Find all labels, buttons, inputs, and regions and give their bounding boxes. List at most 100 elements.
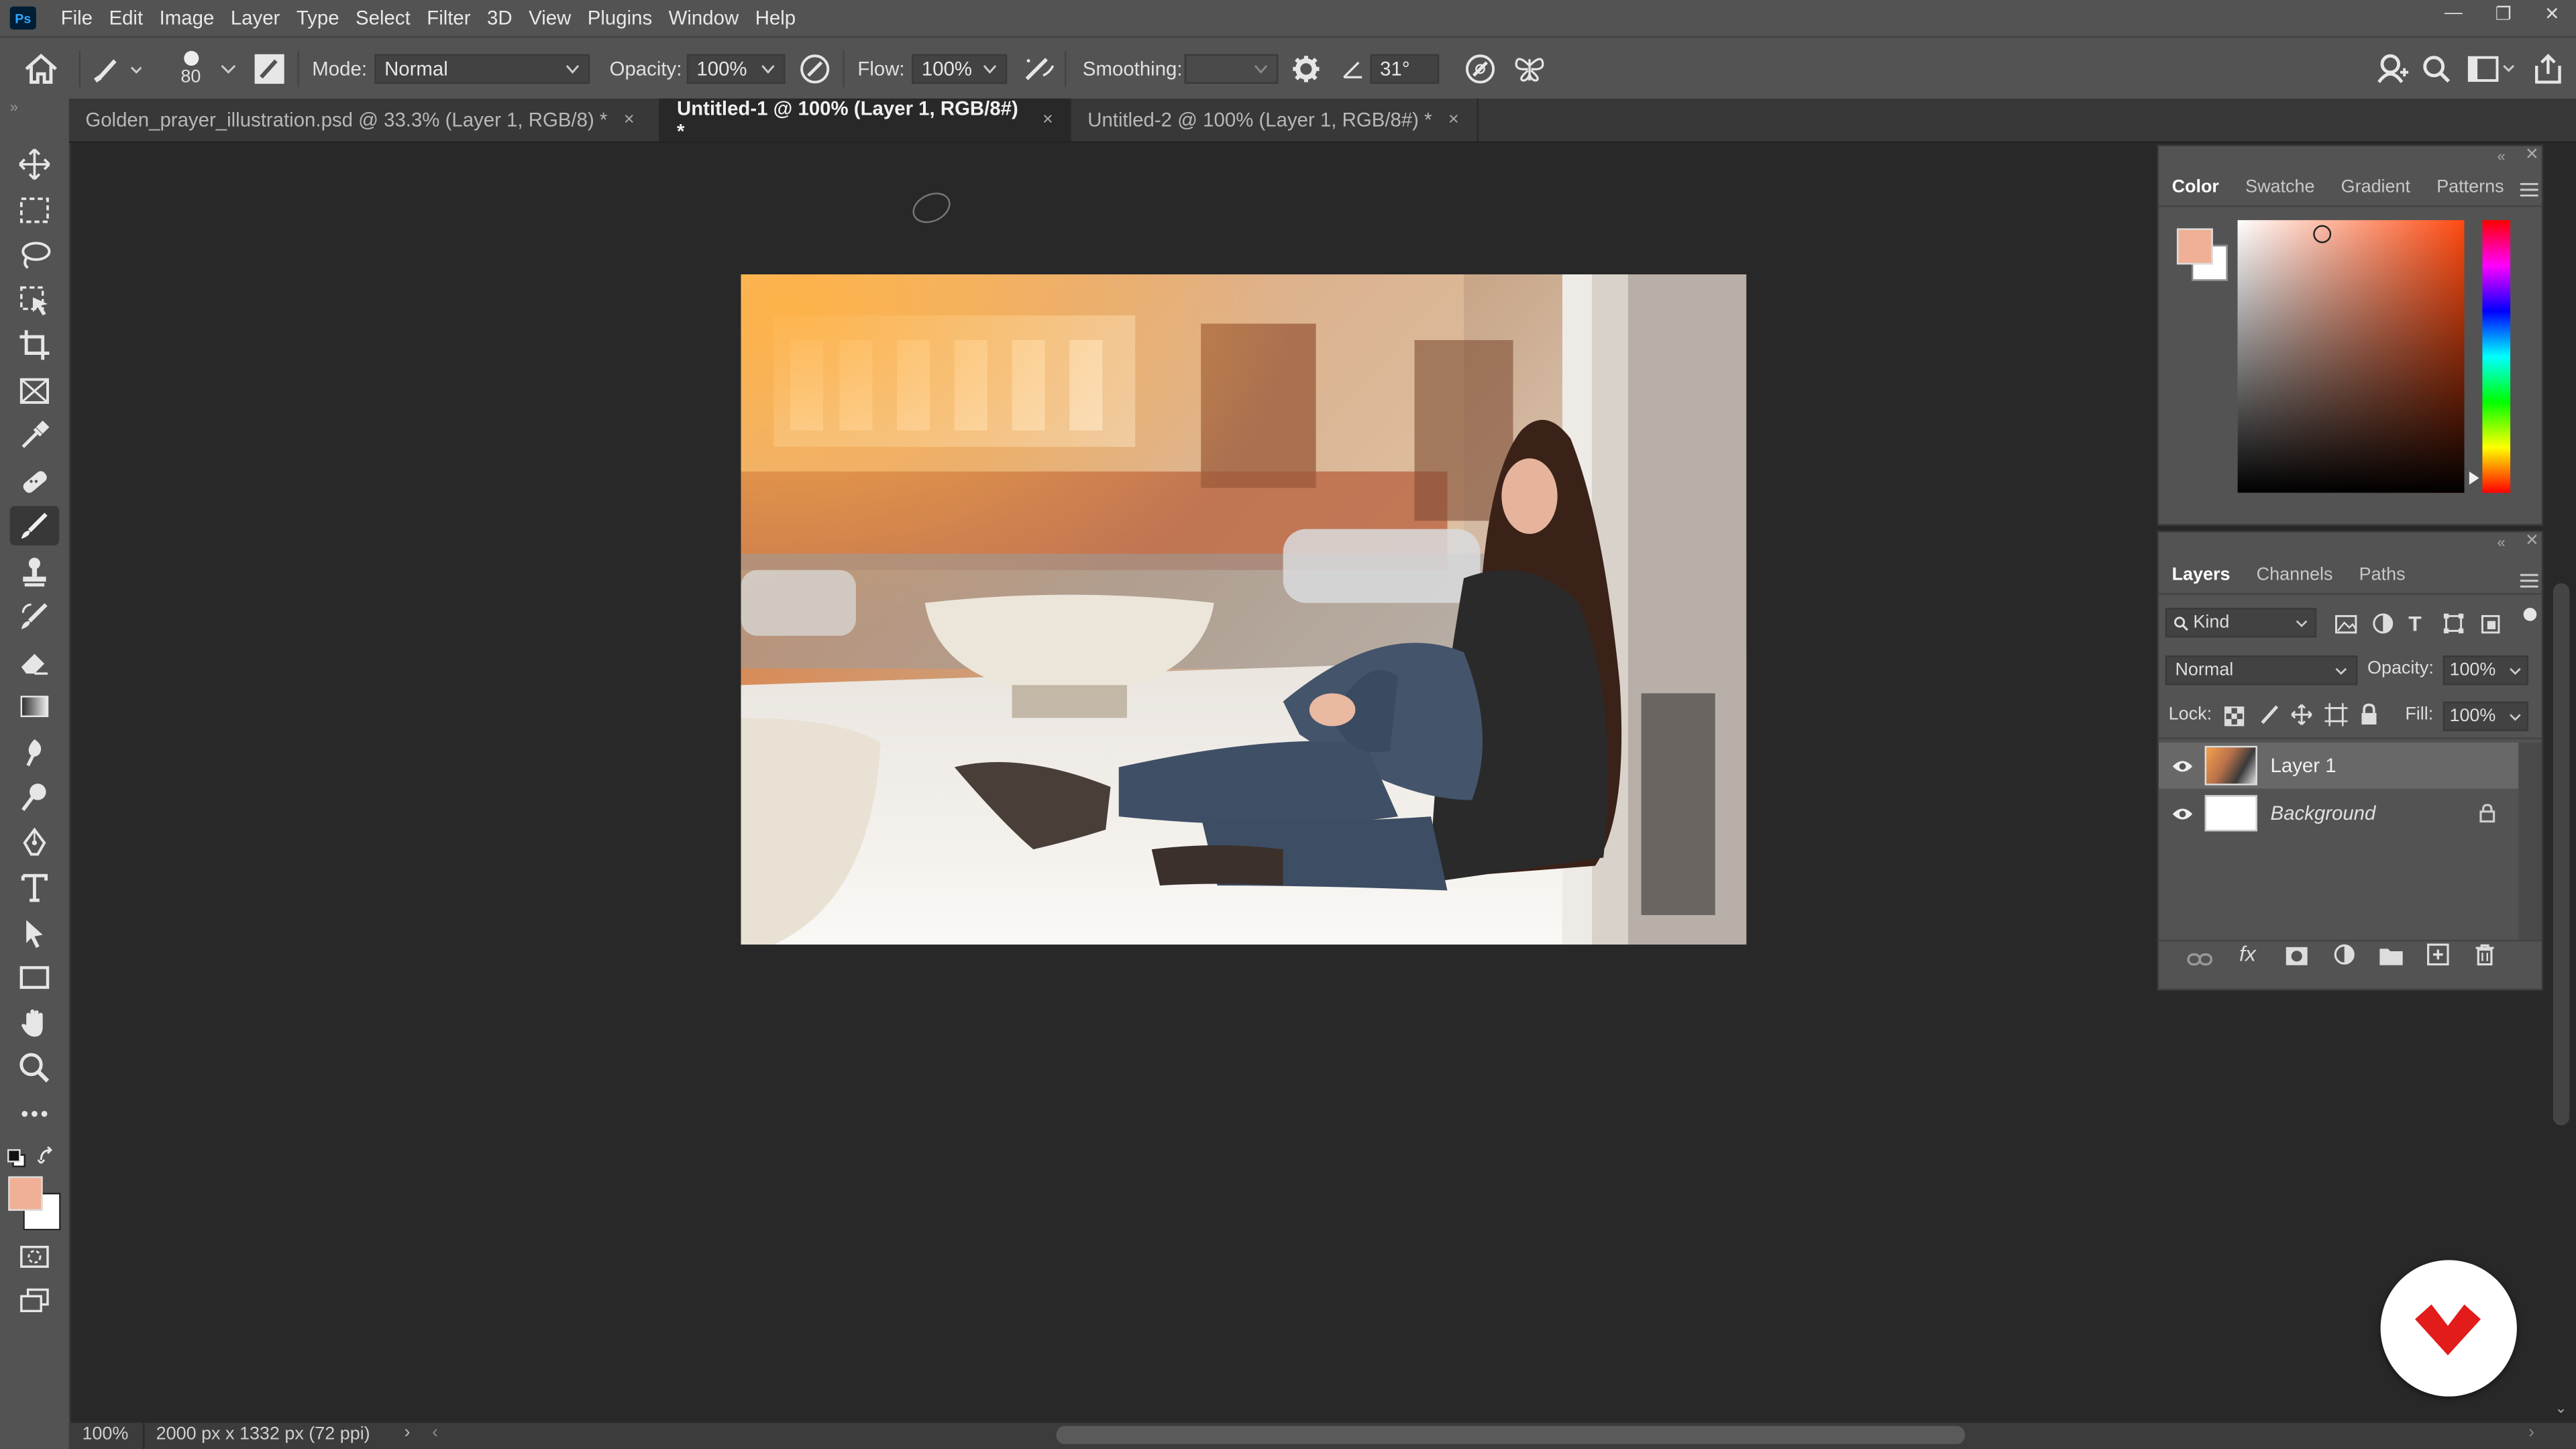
eyedropper-icon[interactable] — [10, 416, 59, 455]
vertical-scrollbar[interactable] — [2553, 583, 2570, 1126]
layer-name[interactable]: Background — [2271, 802, 2376, 824]
collapse-panel-icon[interactable]: « — [2497, 148, 2505, 164]
opacity-field[interactable]: 100% — [686, 54, 786, 84]
quick-mask-icon[interactable] — [10, 1237, 59, 1277]
menu-window[interactable]: Window — [660, 7, 747, 30]
lock-transparent-pixels-icon[interactable] — [2224, 705, 2245, 735]
tab-layers[interactable]: Layers — [2158, 557, 2244, 594]
layer-opacity-field[interactable]: 100% — [2443, 655, 2529, 686]
search-icon[interactable] — [2422, 38, 2451, 100]
clone-stamp-icon[interactable] — [10, 552, 59, 592]
layer-name[interactable]: Layer 1 — [2271, 754, 2337, 777]
filter-type-icon[interactable]: T — [2408, 611, 2421, 636]
healing-brush-icon[interactable] — [10, 462, 59, 501]
lock-image-pixels-icon[interactable] — [2259, 703, 2280, 733]
layer-fill-field[interactable]: 100% — [2443, 701, 2529, 731]
collapse-toolbar-icon[interactable]: » — [10, 99, 18, 115]
close-panel-icon[interactable]: ✕ — [2525, 146, 2539, 164]
new-layer-icon[interactable] — [2426, 943, 2449, 975]
layer-filter-kind-select[interactable]: Kind — [2165, 608, 2317, 638]
lock-all-icon[interactable] — [2359, 703, 2379, 735]
flow-field[interactable]: 100% — [912, 54, 1008, 84]
document-info[interactable]: 2000 px x 1332 px (72 ppi) — [156, 1424, 370, 1444]
blur-icon[interactable] — [10, 733, 59, 772]
tab-gradients[interactable]: Gradient — [2328, 169, 2424, 205]
rectangle-icon[interactable] — [10, 958, 59, 998]
gradient-icon[interactable] — [10, 687, 59, 727]
menu-file[interactable]: File — [52, 7, 101, 30]
filter-shape-icon[interactable] — [2443, 612, 2465, 642]
chevron-down-icon[interactable] — [220, 38, 236, 100]
more-tools-icon[interactable] — [10, 1094, 59, 1134]
trash-icon[interactable] — [2474, 943, 2496, 975]
symmetry-butterfly-icon[interactable] — [1511, 38, 1548, 100]
close-tab-icon[interactable]: × — [1448, 110, 1459, 129]
swap-colors-icon[interactable] — [37, 1145, 57, 1175]
pressure-size-icon[interactable] — [1462, 38, 1499, 100]
adjustment-layer-icon[interactable] — [2333, 943, 2356, 975]
lock-position-icon[interactable] — [2290, 703, 2313, 735]
tab-untitled-1[interactable]: Untitled-1 @ 100% (Layer 1, RGB/8#) * × — [660, 97, 1071, 143]
zoom-icon[interactable] — [10, 1048, 59, 1087]
menu-select[interactable]: Select — [347, 7, 419, 30]
menu-filter[interactable]: Filter — [419, 7, 479, 30]
tab-patterns[interactable]: Patterns — [2424, 169, 2518, 205]
eye-visibility-icon[interactable] — [2159, 806, 2205, 820]
menu-view[interactable]: View — [521, 7, 580, 30]
rectangular-marquee-icon[interactable] — [10, 191, 59, 230]
filter-smart-object-icon[interactable] — [2481, 612, 2500, 642]
menu-3d[interactable]: 3D — [479, 7, 521, 30]
tab-golden-prayer[interactable]: Golden_prayer_illustration.psd @ 33.3% (… — [69, 98, 661, 142]
layers-scrollbar[interactable] — [2518, 742, 2542, 940]
filter-pixel-icon[interactable] — [2334, 612, 2357, 642]
pressure-opacity-icon[interactable] — [797, 38, 833, 100]
menu-plugins[interactable]: Plugins — [580, 7, 661, 30]
collapse-panel-icon[interactable]: « — [2497, 534, 2505, 550]
restore-icon[interactable]: ❐ — [2496, 3, 2512, 25]
document-canvas[interactable] — [741, 274, 1747, 945]
frame-icon[interactable] — [10, 371, 59, 411]
status-info-arrow-icon[interactable]: › — [404, 1423, 410, 1442]
lock-artboard-icon[interactable] — [2324, 703, 2348, 735]
share-user-icon[interactable] — [2375, 38, 2409, 100]
filter-adjustment-icon[interactable] — [2372, 612, 2394, 642]
dodge-icon[interactable] — [10, 777, 59, 816]
saturation-brightness-field[interactable] — [2237, 220, 2465, 493]
brush-size-picker[interactable]: 80 — [180, 38, 201, 100]
eraser-icon[interactable] — [10, 643, 59, 682]
scroll-right-icon[interactable]: › — [2528, 1423, 2534, 1442]
move-tool-icon[interactable] — [10, 145, 59, 184]
menu-layer[interactable]: Layer — [223, 7, 288, 30]
panel-menu-icon[interactable] — [2520, 176, 2538, 205]
share-export-icon[interactable] — [2532, 38, 2565, 100]
menu-type[interactable]: Type — [288, 7, 347, 30]
gear-icon[interactable] — [1291, 38, 1321, 100]
horizontal-scrollbar[interactable] — [1056, 1426, 1966, 1444]
layer-effects-icon[interactable]: fx — [2239, 941, 2256, 966]
brush-tool-icon[interactable] — [9, 506, 60, 546]
pen-icon[interactable] — [10, 823, 59, 863]
workspace-icon[interactable] — [2467, 38, 2516, 100]
menu-image[interactable]: Image — [151, 7, 222, 30]
tab-channels[interactable]: Channels — [2243, 557, 2346, 593]
object-selection-icon[interactable] — [10, 281, 59, 321]
path-selection-icon[interactable] — [10, 914, 59, 953]
new-group-folder-icon[interactable] — [2379, 945, 2404, 974]
screen-mode-icon[interactable] — [10, 1281, 59, 1321]
tab-untitled-2[interactable]: Untitled-2 @ 100% (Layer 1, RGB/8#) * × — [1071, 98, 1479, 142]
minimize-icon[interactable]: — — [2445, 3, 2463, 25]
tab-swatches[interactable]: Swatche — [2233, 169, 2328, 205]
type-icon[interactable] — [10, 867, 59, 907]
home-icon[interactable] — [23, 38, 59, 100]
scroll-left-icon[interactable]: ‹ — [432, 1423, 438, 1442]
close-tab-icon[interactable]: × — [1042, 110, 1053, 129]
layer-row-background[interactable]: Background — [2159, 790, 2542, 837]
layer-row-layer-1[interactable]: Layer 1 — [2158, 742, 2519, 789]
filter-toggle-icon[interactable] — [2523, 608, 2537, 621]
brush-settings-panel-icon[interactable] — [253, 38, 286, 100]
close-panel-icon[interactable]: ✕ — [2525, 532, 2539, 550]
crop-icon[interactable] — [10, 325, 59, 365]
tab-paths[interactable]: Paths — [2346, 557, 2418, 593]
airbrush-icon[interactable] — [1020, 38, 1057, 100]
close-window-icon[interactable]: ✕ — [2544, 3, 2560, 25]
